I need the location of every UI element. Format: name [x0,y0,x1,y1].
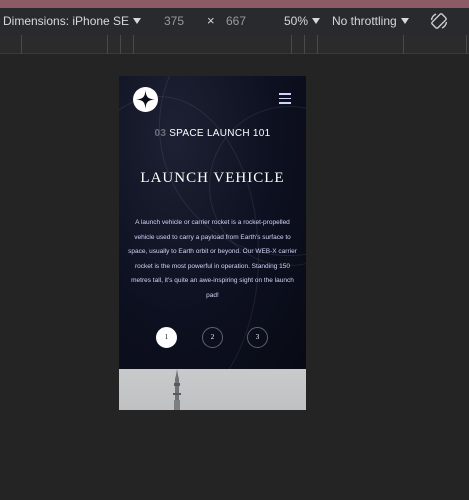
device-viewport: 03 SPACE LAUNCH 101 LAUNCH VEHICLE A laun… [119,76,306,410]
logo-star-icon [136,90,155,109]
width-input[interactable]: 375 [164,14,184,28]
section-heading: 03 SPACE LAUNCH 101 [119,128,306,139]
ruler-tick [304,35,305,54]
section-number: 03 [154,128,167,139]
chevron-down-icon [312,18,321,24]
throttling-label: No throttling [332,14,397,28]
ruler-tick [291,35,292,54]
chevron-down-icon [400,18,409,24]
chevron-down-icon [133,18,142,24]
ruler-tick [120,35,121,54]
throttling-select[interactable]: No throttling [332,14,409,28]
device-label: Dimensions: iPhone SE [3,14,130,28]
zoom-label: 50% [284,14,309,28]
rotate-device-icon[interactable] [429,11,449,31]
device-select[interactable]: Dimensions: iPhone SE [3,14,142,28]
description: A launch vehicle or carrier rocket is a … [128,219,297,299]
section-label: SPACE LAUNCH 101 [169,128,271,139]
browser-top-bar [0,0,469,8]
height-input[interactable]: 667 [226,14,246,28]
pagination-button-1[interactable]: 1 [156,327,177,348]
media-query-ruler [0,35,469,54]
ruler-tick [317,35,318,54]
ruler-tick [403,35,404,54]
ruler-tick [133,35,134,54]
device-toolbar: Dimensions: iPhone SE 375 × 667 50% No t… [0,8,469,35]
ruler-tick [466,35,467,54]
logo[interactable] [133,87,158,112]
hero-section: 03 SPACE LAUNCH 101 LAUNCH VEHICLE A laun… [119,76,306,369]
times-icon: × [207,13,215,28]
ruler-tick [21,35,22,54]
ruler-tick [107,35,108,54]
pagination: 1 2 3 [119,327,306,349]
pagination-button-2[interactable]: 2 [202,327,223,348]
rocket-image [173,369,181,410]
pagination-button-3[interactable]: 3 [247,327,268,348]
zoom-select[interactable]: 50% [284,14,321,28]
launch-vehicle-image [119,369,306,410]
hamburger-menu-icon[interactable] [279,93,291,104]
page-title: LAUNCH VEHICLE [140,170,285,186]
